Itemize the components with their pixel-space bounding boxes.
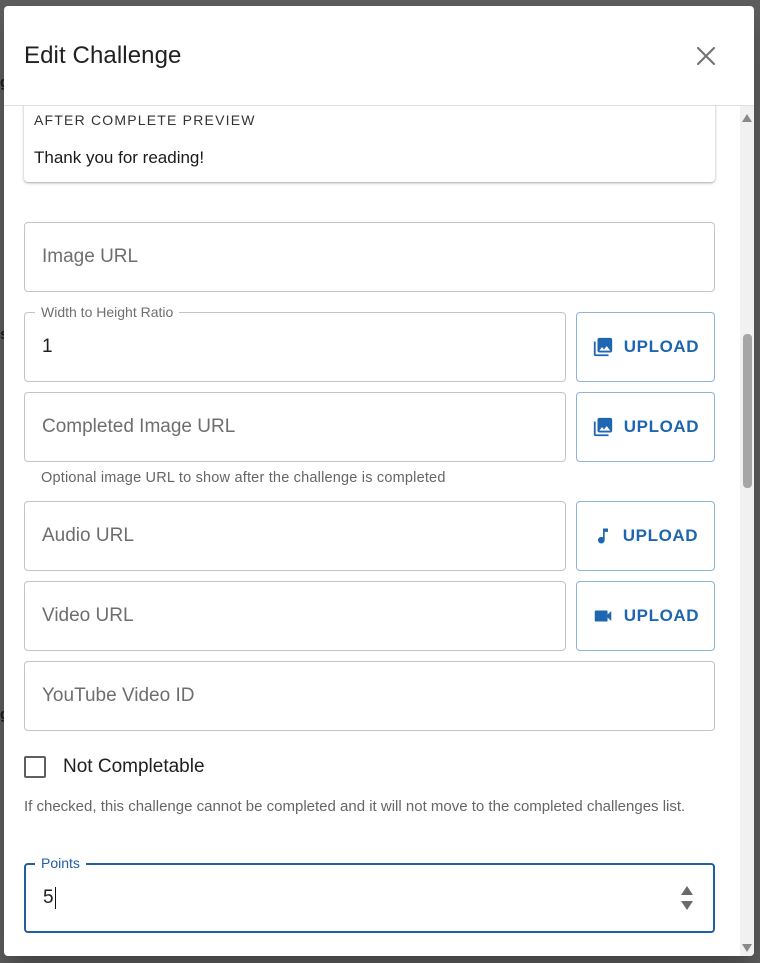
video-url-placeholder: Video URL <box>42 605 134 626</box>
not-completable-row[interactable]: Not Completable <box>24 754 205 780</box>
close-icon <box>696 46 716 66</box>
not-completable-label: Not Completable <box>63 756 205 777</box>
close-button[interactable] <box>690 40 722 72</box>
dialog-body: AFTER COMPLETE PREVIEW Thank you for rea… <box>4 106 740 956</box>
ratio-field[interactable]: Width to Height Ratio 1 <box>24 304 566 382</box>
ratio-label: Width to Height Ratio <box>35 304 180 320</box>
completed-image-url-placeholder: Completed Image URL <box>42 416 236 437</box>
dialog-title: Edit Challenge <box>24 42 182 69</box>
audio-url-field[interactable]: Audio URL <box>24 501 566 571</box>
upload-audio-button[interactable]: UPLOAD <box>576 501 715 571</box>
upload-label: UPLOAD <box>623 606 700 625</box>
upload-label: UPLOAD <box>623 417 700 436</box>
after-complete-preview-card: AFTER COMPLETE PREVIEW Thank you for rea… <box>24 106 715 182</box>
points-field[interactable]: Points 5 <box>24 855 715 933</box>
youtube-video-id-placeholder: YouTube Video ID <box>42 685 195 706</box>
music-note-icon <box>597 528 608 544</box>
not-completable-helper-text: If checked, this challenge cannot be com… <box>24 798 686 815</box>
points-label: Points <box>35 855 86 871</box>
number-spinner[interactable] <box>681 886 693 910</box>
scroll-down-arrow-icon[interactable] <box>742 944 752 952</box>
not-completable-checkbox[interactable] <box>24 756 46 778</box>
preview-label: AFTER COMPLETE PREVIEW <box>34 112 256 128</box>
upload-completed-image-button[interactable]: UPLOAD <box>576 392 715 462</box>
points-value-wrap: 5 <box>43 886 56 909</box>
spin-up-arrow-icon[interactable] <box>681 886 693 895</box>
image-url-placeholder: Image URL <box>42 246 139 267</box>
dialog-header: Edit Challenge <box>4 6 754 106</box>
completed-image-url-field[interactable]: Completed Image URL <box>24 392 566 462</box>
audio-url-placeholder: Audio URL <box>42 525 134 546</box>
ratio-value: 1 <box>42 336 53 357</box>
upload-label: UPLOAD <box>622 526 699 545</box>
text-caret <box>54 886 56 909</box>
preview-text: Thank you for reading! <box>34 148 205 167</box>
videocam-icon <box>594 610 612 622</box>
image-icon <box>593 337 612 357</box>
spin-down-arrow-icon[interactable] <box>681 901 693 910</box>
youtube-video-id-field[interactable]: YouTube Video ID <box>24 661 715 731</box>
scrollbar-thumb[interactable] <box>743 334 752 488</box>
points-value: 5 <box>43 887 54 909</box>
image-url-field[interactable]: Image URL <box>24 222 715 292</box>
edit-challenge-dialog: Edit Challenge AFTER COMPLETE PREVIEW Th… <box>4 6 754 956</box>
upload-image-button[interactable]: UPLOAD <box>576 312 715 382</box>
completed-image-helper-text: Optional image URL to show after the cha… <box>41 470 446 486</box>
scrollbar[interactable] <box>740 106 754 956</box>
scroll-up-arrow-icon[interactable] <box>742 114 752 122</box>
upload-video-button[interactable]: UPLOAD <box>576 581 715 651</box>
video-url-field[interactable]: Video URL <box>24 581 566 651</box>
image-icon <box>593 417 612 437</box>
upload-label: UPLOAD <box>623 337 700 356</box>
